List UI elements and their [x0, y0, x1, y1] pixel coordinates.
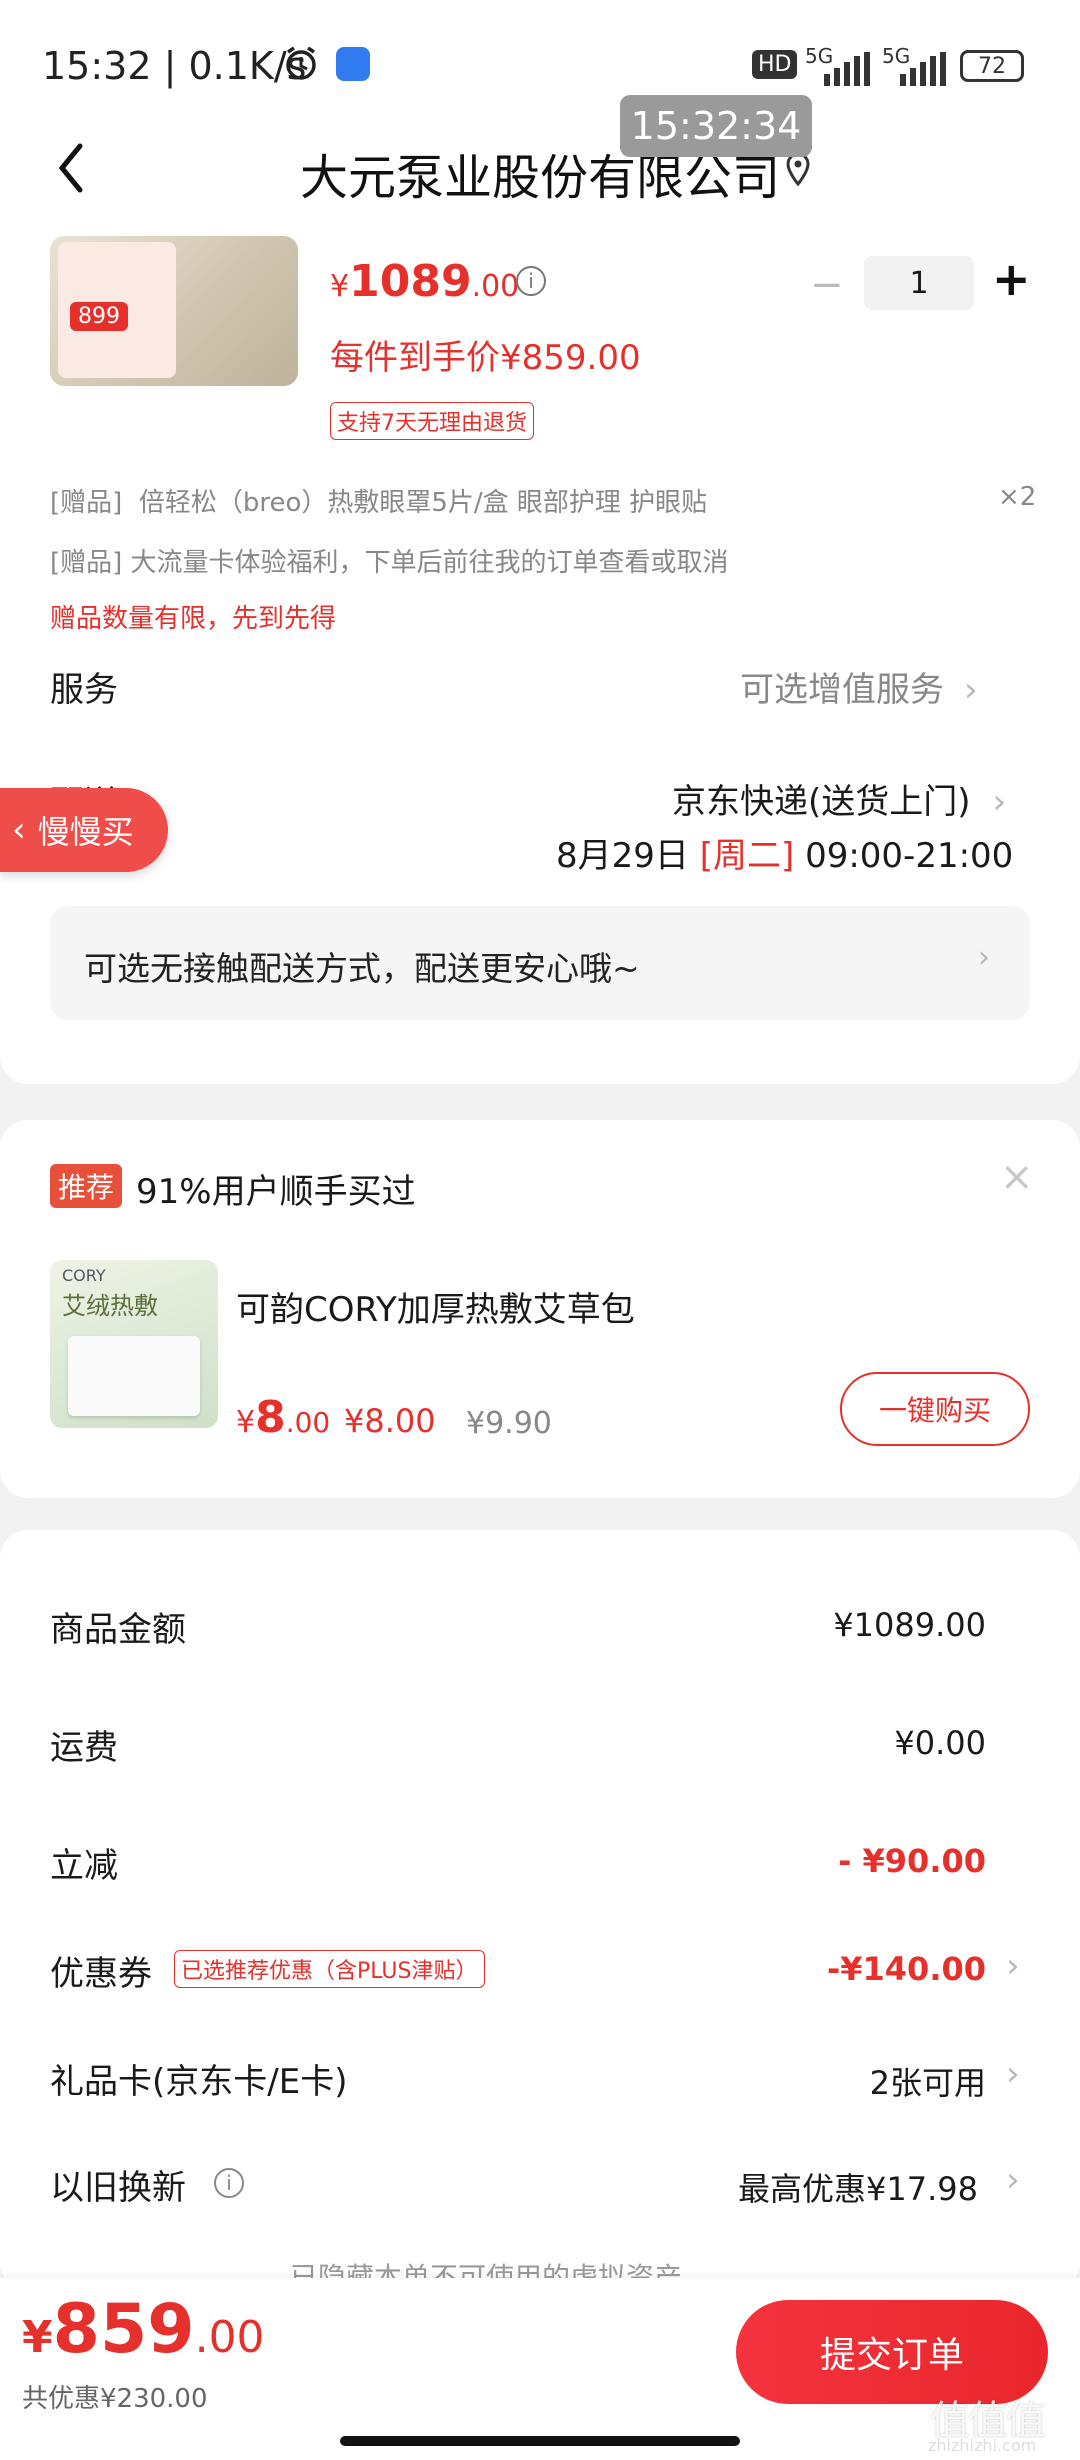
quick-buy-button[interactable]: 一键购买 [840, 1372, 1030, 1446]
delivery-window: 09:00-21:00 [805, 836, 1014, 876]
chevron-right-icon: › [964, 670, 978, 710]
product-image[interactable]: 899 [50, 236, 298, 386]
total-savings: 共优惠¥230.00 [22, 2384, 208, 2414]
summary-row-value: ¥0.00 [894, 1724, 986, 1762]
summary-row-label: 商品金额 [50, 1610, 186, 1650]
total-decimal: .00 [194, 2312, 265, 2363]
home-indicator [340, 2436, 740, 2446]
total-integer: 859 [52, 2290, 195, 2369]
gift-item-2[interactable]: [赠品] 大流量卡体验福利，下单后前往我的订单查看或取消 [50, 542, 729, 579]
thumb-product-pack [68, 1336, 200, 1416]
screenshot-time-overlay: 15:32:34 [620, 95, 812, 157]
delivery-date: 8月29日 [556, 836, 689, 876]
chevron-left-icon: ‹ [12, 810, 26, 850]
chevron-right-icon: › [1006, 2054, 1020, 2094]
price-info-icon[interactable]: i [516, 266, 546, 296]
gift-prefix: [赠品] [50, 488, 123, 518]
alarm-icon [282, 44, 320, 82]
battery-icon: 72 [960, 50, 1024, 82]
recommend-price-currency: ¥ [236, 1405, 256, 1440]
recommend-original-price: ¥9.90 [466, 1406, 552, 1441]
summary-row-label: 礼品卡(京东卡/E卡) [50, 2062, 348, 2102]
gift-name: 倍轻松（breo）热敷眼罩5片/盒 眼部护理 护眼贴 [138, 488, 708, 518]
quantity-plus-button[interactable]: + [992, 252, 1031, 306]
summary-row-label: 运费 [50, 1728, 118, 1768]
recommend-price: ¥8.00 [236, 1392, 330, 1443]
hd-icon: HD [752, 50, 798, 79]
slow-buy-label: 慢慢买 [37, 813, 134, 851]
service-value: 可选增值服务 [740, 670, 944, 710]
page-title: 大元泵业股份有限公司 [299, 150, 780, 206]
delivery-time[interactable]: 8月29日 [周二] 09:00-21:00 [556, 828, 1013, 877]
quantity-minus-button[interactable]: − [810, 262, 844, 308]
recommend-product-name[interactable]: 可韵CORY加厚热敷艾草包 [236, 1282, 635, 1331]
recommend-product-image[interactable]: CORY 艾绒热敷 [50, 1260, 218, 1428]
location-pin-icon[interactable] [784, 152, 812, 190]
summary-row-value: 2张可用 [869, 2064, 986, 2102]
summary-row-label: 以旧换新 [50, 2168, 186, 2208]
contactless-delivery-option[interactable]: 可选无接触配送方式，配送更安心哦~ › [50, 906, 1030, 1020]
gift-notice: 赠品数量有限，先到先得 [50, 604, 337, 634]
product-thumb-price: 899 [70, 302, 128, 331]
service-row[interactable]: 可选增值服务 › [740, 662, 978, 711]
status-time-speed: 15:32 | 0.1K/s [42, 44, 307, 88]
per-item-price: 每件到手价¥859.00 [330, 338, 641, 378]
coupon-tag: 已选推荐优惠（含PLUS津贴） [174, 1950, 485, 1988]
signal-icon [822, 52, 870, 90]
return-policy-tag: 支持7天无理由退货 [330, 402, 534, 440]
recommend-badge: 推荐 [50, 1164, 123, 1208]
chevron-right-icon: › [1006, 2160, 1020, 2200]
quantity-input[interactable]: 1 [864, 256, 974, 310]
order-total: ¥859.00 [22, 2290, 265, 2369]
close-icon[interactable]: × [1000, 1154, 1034, 1200]
thumb-brand-text: CORY [62, 1266, 106, 1285]
recommend-price-integer: 8 [255, 1392, 286, 1443]
price-decimal: .00 [471, 269, 520, 304]
service-label: 服务 [50, 670, 118, 710]
delivery-weekday: [周二] [699, 836, 795, 876]
recommend-headline: 91%用户顺手买过 [136, 1172, 416, 1212]
delivery-carrier: 京东快递(送货上门) [672, 782, 971, 822]
summary-row-label: 优惠券 [50, 1954, 152, 1994]
gift-item-1[interactable]: [赠品] 倍轻松（breo）热敷眼罩5片/盒 眼部护理 护眼贴 [50, 482, 707, 519]
summary-row-label: 立减 [50, 1846, 118, 1886]
slow-buy-tab[interactable]: ‹ 慢慢买 [0, 788, 168, 872]
recommend-price-2: ¥8.00 [344, 1402, 436, 1440]
price-integer: 1089 [349, 256, 472, 307]
chevron-right-icon: › [1006, 1946, 1020, 1986]
recommend-price-decimal: .00 [285, 1406, 331, 1439]
summary-row-value: ¥1089.00 [833, 1606, 986, 1644]
contactless-text: 可选无接触配送方式，配送更安心哦~ [84, 949, 640, 988]
watermark-url: zhizhizhi.com [928, 2436, 1037, 2455]
product-price: ¥1089.00 [330, 256, 519, 307]
chevron-right-icon: › [992, 782, 1007, 822]
summary-row-value: - ¥90.00 [838, 1842, 986, 1880]
total-currency: ¥ [22, 2312, 53, 2363]
app-notification-icon [336, 47, 370, 81]
signal-icon-2 [898, 52, 946, 90]
gift-count: ×2 [998, 482, 1037, 512]
trade-in-info-icon[interactable]: i [214, 2168, 244, 2198]
summary-row-value: 最高优惠¥17.98 [738, 2170, 978, 2208]
summary-row-value: -¥140.00 [826, 1950, 986, 1988]
price-currency: ¥ [330, 269, 350, 304]
delivery-carrier-row[interactable]: 京东快递(送货上门) › [672, 774, 1006, 823]
chevron-right-icon: › [978, 940, 990, 975]
thumb-title-text: 艾绒热敷 [62, 1292, 158, 1320]
